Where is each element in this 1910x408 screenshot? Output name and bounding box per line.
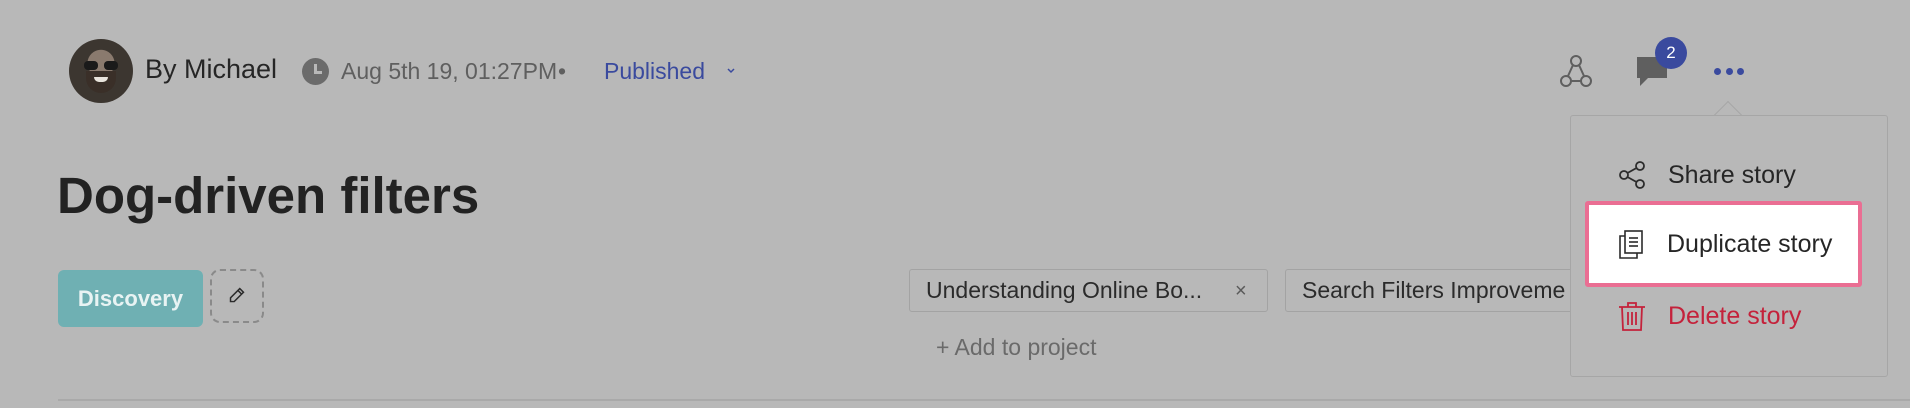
menu-item-label: Share story xyxy=(1668,160,1796,189)
relationship-graph-icon[interactable] xyxy=(1558,53,1594,89)
share-story-menu-item[interactable]: Share story xyxy=(1586,145,1860,205)
duplicate-icon xyxy=(1619,230,1643,259)
status-dropdown[interactable]: Published xyxy=(604,58,705,85)
menu-item-label: Duplicate story xyxy=(1667,229,1833,258)
project-chip[interactable]: Search Filters Improveme xyxy=(1285,269,1585,312)
chevron-down-icon[interactable] xyxy=(724,64,738,78)
trash-icon xyxy=(1619,302,1645,331)
delete-story-menu-item[interactable]: Delete story xyxy=(1586,286,1860,346)
story-title[interactable]: Dog-driven filters xyxy=(57,166,479,225)
project-chip-label: Search Filters Improveme xyxy=(1302,277,1566,303)
clock-icon xyxy=(302,58,329,85)
divider xyxy=(58,399,1910,401)
stage-tag[interactable]: Discovery xyxy=(58,270,203,327)
comment-count-badge: 2 xyxy=(1655,37,1687,69)
remove-project-button[interactable]: × xyxy=(1235,281,1247,301)
timestamp: Aug 5th 19, 01:27PM xyxy=(341,58,558,84)
author-name: By Michael xyxy=(145,54,278,84)
pencil-icon xyxy=(229,287,245,303)
more-options-icon[interactable] xyxy=(1714,64,1744,78)
edit-stage-button[interactable] xyxy=(210,269,264,323)
sunglasses-graphic xyxy=(84,61,118,70)
avatar[interactable] xyxy=(69,39,133,103)
separator-dot: • xyxy=(558,58,567,84)
menu-item-label: Delete story xyxy=(1668,301,1802,330)
share-icon xyxy=(1619,161,1645,189)
add-to-project-link[interactable]: + Add to project xyxy=(936,334,1096,361)
project-chip[interactable]: Understanding Online Bo... xyxy=(909,269,1268,312)
duplicate-story-menu-item[interactable]: Duplicate story xyxy=(1585,201,1862,287)
beard-graphic xyxy=(86,71,116,93)
project-chip-label: Understanding Online Bo... xyxy=(926,277,1203,303)
